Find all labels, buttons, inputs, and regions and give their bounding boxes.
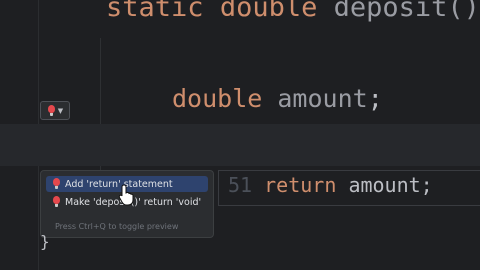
return-value: amount; bbox=[348, 173, 433, 197]
code-line-parameter[interactable]: double amount; bbox=[172, 84, 383, 113]
error-bulb-icon bbox=[47, 104, 56, 117]
keyword-return: return bbox=[264, 173, 337, 197]
fix-preview-code: 51 return amount; bbox=[228, 173, 433, 197]
code-editor[interactable]: static double deposit() double amount; ▼… bbox=[0, 0, 480, 270]
keyword-static: static bbox=[106, 0, 204, 23]
mouse-pointer-icon bbox=[118, 184, 134, 206]
param-type: double bbox=[172, 84, 263, 113]
closing-brace: } bbox=[40, 232, 50, 251]
intention-actions-button[interactable]: ▼ bbox=[40, 101, 70, 120]
semicolon: ; bbox=[367, 84, 383, 113]
method-name: deposit() bbox=[333, 0, 480, 23]
chevron-down-icon: ▼ bbox=[57, 106, 64, 115]
line-number: 51 bbox=[228, 173, 253, 197]
error-bulb-icon bbox=[52, 196, 61, 208]
code-line-method-signature[interactable]: static double deposit() bbox=[106, 0, 480, 23]
error-bulb-icon bbox=[52, 178, 61, 190]
keyword-double: double bbox=[219, 0, 318, 23]
popup-hint: Press Ctrl+Q to toggle preview bbox=[55, 222, 179, 231]
param-name: amount bbox=[277, 84, 368, 113]
current-line-highlight bbox=[0, 124, 480, 166]
